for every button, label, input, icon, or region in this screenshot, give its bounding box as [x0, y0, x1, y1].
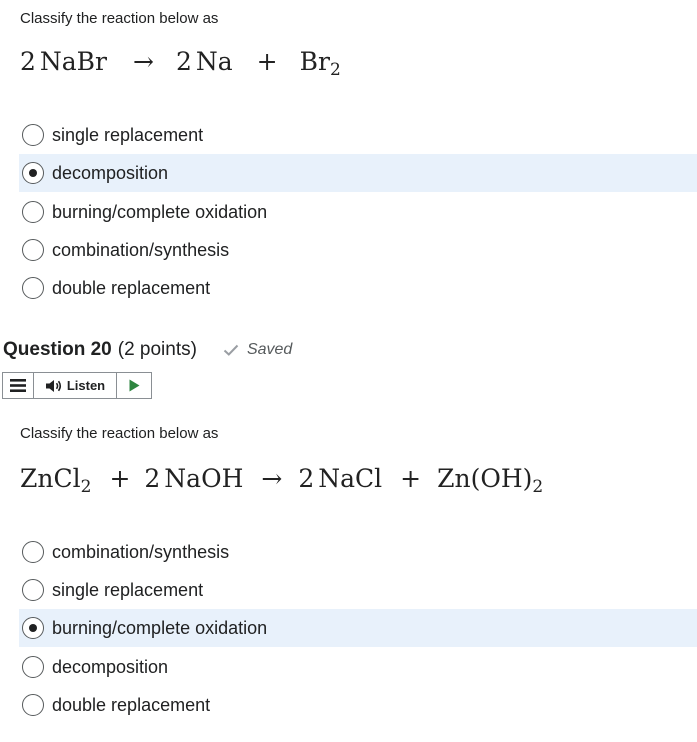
radio-dot-icon — [28, 168, 37, 177]
question-19-choice[interactable]: double replacement — [19, 269, 697, 307]
question-20-choice-selected[interactable]: burning/complete oxidation — [19, 609, 697, 647]
listen-toolbar: Listen — [2, 372, 152, 399]
choice-label: combination/synthesis — [52, 541, 230, 562]
reactant-formula-subscript: 2 — [80, 477, 92, 497]
speaker-icon — [45, 379, 61, 392]
question-title: Question 20 — [3, 339, 112, 360]
radio-button[interactable] — [22, 124, 44, 146]
product-formula-subscript: 2 — [329, 60, 341, 80]
saved-label: Saved — [246, 341, 293, 358]
question-20-choice[interactable]: double replacement — [19, 686, 697, 724]
radio-button[interactable] — [22, 201, 44, 223]
question-19-choice[interactable]: combination/synthesis — [19, 231, 697, 269]
choice-label: burning/complete oxidation — [52, 201, 268, 222]
radio-button-selected[interactable] — [22, 617, 44, 639]
saved-status: Saved — [223, 341, 292, 359]
choice-label: burning/complete oxidation — [52, 617, 268, 638]
choice-label: double replacement — [52, 277, 211, 298]
checkmark-icon — [223, 344, 239, 356]
radio-button[interactable] — [22, 694, 44, 716]
choice-label: single replacement — [52, 124, 204, 145]
product-coefficient: 2 — [298, 464, 315, 493]
listen-label: Listen — [66, 378, 106, 393]
plus-sign: + — [109, 464, 131, 493]
question-19-prompt: Classify the reaction below as — [20, 10, 219, 27]
choice-label: decomposition — [52, 162, 169, 183]
hamburger-icon — [10, 379, 26, 392]
product-formula-base: Zn(OH) — [437, 464, 533, 493]
question-19-choice-selected[interactable]: decomposition — [19, 154, 697, 192]
question-19-choice[interactable]: single replacement — [19, 116, 697, 154]
choice-label: decomposition — [52, 656, 169, 677]
reactant-formula: ZnCl2 — [20, 464, 91, 496]
reaction-arrow: → — [133, 47, 154, 76]
radio-dot-icon — [28, 623, 37, 632]
product-coefficient: 2 — [175, 47, 192, 76]
play-icon — [129, 379, 139, 392]
product-formula-subscript: 2 — [532, 477, 544, 497]
play-button[interactable] — [117, 373, 151, 398]
product-formula: NaCl — [318, 464, 383, 493]
reactant-coefficient: 2 — [144, 464, 161, 493]
plus-sign: + — [256, 47, 278, 76]
question-20-prompt: Classify the reaction below as — [20, 425, 219, 442]
radio-button[interactable] — [22, 579, 44, 601]
reactant-formula: NaOH — [164, 464, 244, 493]
product-formula-base: Br — [299, 47, 330, 76]
reactant-formula: NaBr — [39, 47, 108, 76]
question-20-choice[interactable]: decomposition — [19, 648, 697, 686]
question-points: (2 points) — [117, 339, 197, 360]
radio-button[interactable] — [22, 277, 44, 299]
choice-label: single replacement — [52, 579, 204, 600]
product-formula: Br2 — [299, 47, 341, 79]
product-formula: Zn(OH)2 — [437, 464, 543, 496]
radio-button-selected[interactable] — [22, 162, 44, 184]
listen-button[interactable]: Listen — [34, 373, 117, 398]
product-formula: Na — [195, 47, 233, 76]
plus-sign: + — [400, 464, 422, 493]
question-20-choice[interactable]: combination/synthesis — [19, 533, 697, 571]
question-20-header: Question 20 (2 points) Saved — [3, 339, 292, 361]
reaction-arrow: → — [261, 464, 283, 493]
radio-button[interactable] — [22, 239, 44, 261]
radio-button[interactable] — [22, 541, 44, 563]
question-20-equation: ZnCl2 + 2 NaOH → 2 NaCl + Zn(OH)2 — [20, 464, 543, 496]
reactant-coefficient: 2 — [20, 47, 36, 76]
reactant-formula-base: ZnCl — [20, 464, 81, 493]
menu-button[interactable] — [3, 373, 34, 398]
question-19-equation: 2 NaBr → 2 Na + Br2 — [20, 47, 341, 79]
choice-label: combination/synthesis — [52, 239, 230, 260]
question-20-choice[interactable]: single replacement — [19, 571, 697, 609]
question-19-choice[interactable]: burning/complete oxidation — [19, 193, 697, 231]
choice-label: double replacement — [52, 694, 211, 715]
radio-button[interactable] — [22, 656, 44, 678]
